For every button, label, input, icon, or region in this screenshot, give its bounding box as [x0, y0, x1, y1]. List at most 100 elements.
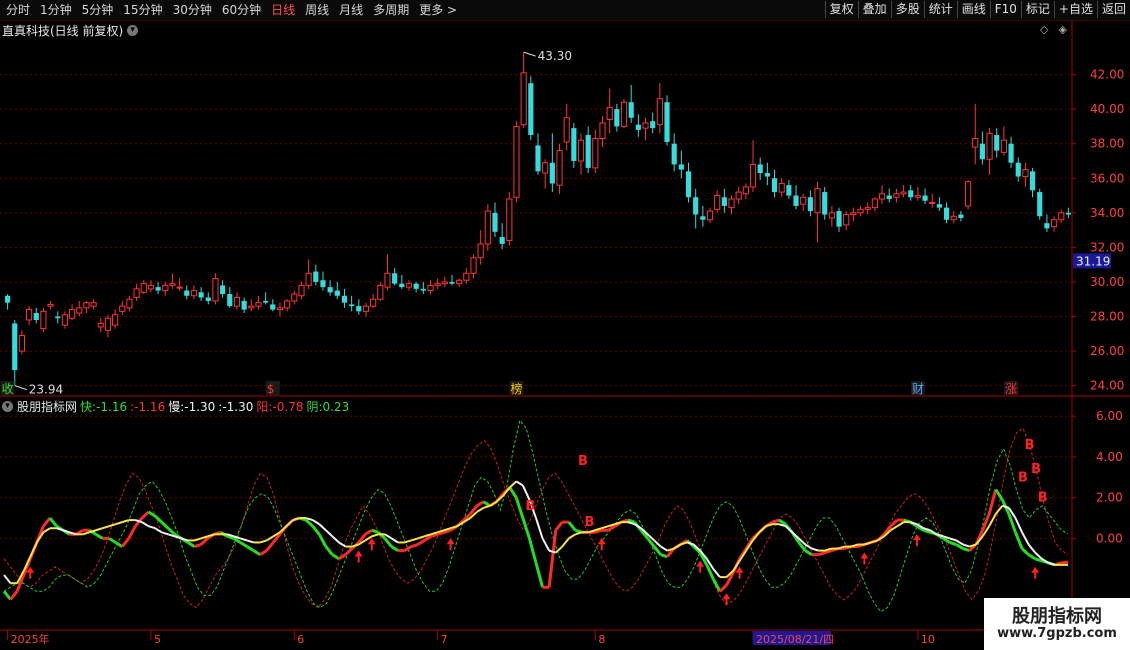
candle-body — [248, 305, 255, 309]
slow-line-segment — [1014, 517, 1023, 533]
candle-body — [735, 191, 742, 200]
candle-body — [126, 298, 133, 309]
fast-line-segment — [265, 541, 275, 552]
candle-body — [327, 287, 333, 293]
candle-body — [40, 310, 47, 330]
candle-body — [133, 288, 140, 298]
candle-body — [198, 292, 204, 298]
candle-body — [212, 277, 219, 302]
signal-b: B — [1025, 438, 1035, 453]
candle-body — [1037, 192, 1043, 217]
candle-body — [535, 145, 541, 172]
candle-body — [104, 317, 112, 331]
candle-body — [943, 207, 950, 220]
fast-line-segment — [42, 517, 52, 528]
y-tick-label: 34.00 — [1090, 206, 1124, 220]
slow-line-segment — [1021, 531, 1030, 545]
date-label: 2025/08/21/四 — [756, 633, 834, 646]
fast-line-segment — [9, 590, 19, 601]
candle-body — [520, 72, 527, 126]
candle-body — [470, 257, 477, 274]
slow-line-segment — [417, 535, 425, 540]
slow-line-segment — [962, 543, 970, 548]
candle-body — [900, 191, 907, 195]
fast-line-segment — [364, 528, 373, 536]
y-tick-label: 42.00 — [1090, 68, 1124, 82]
candle-body — [929, 201, 936, 204]
slow-line-segment — [325, 529, 334, 538]
candle-body — [477, 243, 484, 259]
signal-b: B — [1031, 462, 1041, 477]
y-tick-label: 24.00 — [1090, 379, 1124, 393]
candle-body — [392, 273, 398, 284]
candle-body — [793, 195, 799, 206]
buy-arrow — [354, 550, 363, 563]
candle-body — [914, 195, 921, 198]
fast-line-segment — [949, 541, 957, 546]
candle-body — [979, 143, 985, 160]
candle-body — [184, 290, 190, 296]
slow-line-segment — [601, 525, 609, 530]
fast-line-segment — [317, 533, 328, 548]
fast-line-segment — [521, 517, 531, 539]
candle-body — [592, 138, 599, 169]
fast-line-segment — [252, 549, 261, 556]
candle-body — [513, 125, 520, 198]
fast-line-segment — [331, 553, 340, 561]
slow-line-segment — [483, 504, 491, 509]
candle-body — [864, 207, 871, 210]
candle-body — [499, 237, 505, 244]
fast-line-segment — [95, 533, 104, 540]
event-marker: 收 — [2, 382, 14, 396]
candle-body — [757, 164, 763, 174]
candle-body — [1000, 139, 1007, 153]
fast-line-segment — [962, 547, 970, 553]
date-label: 2025年 — [11, 632, 50, 646]
slow-line-segment — [390, 537, 399, 544]
fast-line-segment — [534, 562, 545, 588]
candle-body — [972, 138, 979, 148]
candle-body — [828, 212, 835, 219]
candle-body — [492, 212, 498, 232]
slow-line-segment — [3, 574, 12, 584]
candle-body — [1058, 212, 1065, 221]
candle-body — [814, 188, 821, 214]
slow-line-segment — [108, 523, 116, 528]
stock-chart-canvas[interactable]: 24.00 26.00 28.00 30.00 32.00 34.00 36.00 38.00… — [0, 0, 1130, 650]
fast-line-segment — [1027, 553, 1036, 561]
event-marker: 涨 — [1005, 381, 1017, 396]
candle-body — [857, 208, 864, 214]
candle-body — [650, 121, 656, 129]
fast-line-segment — [554, 521, 564, 532]
fast-line-segment — [987, 489, 998, 515]
fast-line-segment — [200, 537, 209, 546]
event-marker: $ — [267, 382, 275, 396]
slow-line-segment — [509, 480, 517, 489]
fast-line-segment — [955, 543, 964, 550]
fast-line-segment — [889, 518, 899, 528]
fast-line-segment — [514, 497, 525, 519]
candle-body — [12, 323, 18, 371]
slow-line-segment — [161, 531, 169, 536]
fast-line-segment — [403, 545, 413, 552]
slow-line-segment — [351, 543, 359, 548]
candle-body — [1008, 143, 1014, 163]
fast-line-segment — [259, 549, 268, 556]
candle-body — [786, 185, 792, 196]
candle-body — [721, 197, 727, 206]
candle-body — [706, 210, 714, 221]
candle-body — [18, 335, 25, 352]
fast-line-segment — [371, 528, 379, 534]
candle-body — [284, 300, 291, 309]
slow-line-segment — [259, 539, 268, 544]
candle-body — [255, 302, 262, 307]
candle-body — [778, 182, 785, 193]
candle-body — [162, 284, 169, 292]
candle-body — [405, 283, 413, 288]
slow-line-segment — [476, 507, 484, 513]
candle-body — [434, 283, 441, 286]
candle-body — [112, 314, 119, 326]
slow-line-segment — [811, 547, 819, 552]
candle-body — [994, 135, 1000, 151]
buy-arrow — [597, 538, 606, 551]
